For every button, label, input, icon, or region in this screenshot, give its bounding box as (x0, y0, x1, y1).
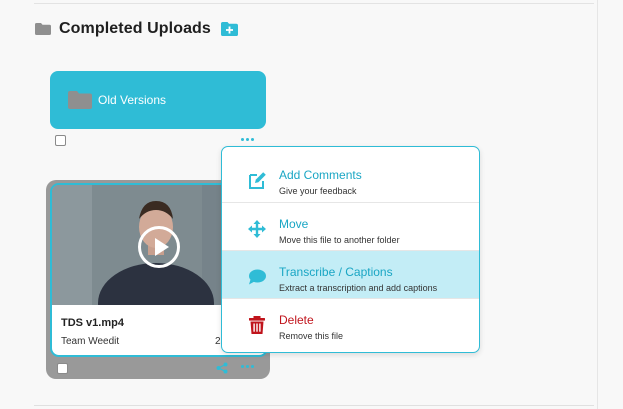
menu-item-title: Move (279, 217, 309, 231)
folder-plus-icon (220, 22, 238, 36)
video-options-button[interactable] (241, 365, 254, 368)
dot (241, 138, 244, 141)
section-header: Completed Uploads (35, 18, 238, 40)
video-select-checkbox[interactable] (57, 363, 68, 374)
folder-select-checkbox[interactable] (55, 135, 66, 146)
dot (246, 365, 249, 368)
dot (246, 138, 249, 141)
menu-item-title: Add Comments (279, 168, 362, 182)
menu-item-subtitle: Give your feedback (279, 186, 357, 196)
dot (251, 138, 254, 141)
menu-item-title: Delete (279, 313, 314, 327)
menu-item-transcribe-captions[interactable]: Transcribe / Captions Extract a transcri… (222, 250, 479, 299)
folder-name: Old Versions (98, 93, 167, 107)
video-file-name: TDS v1.mp4 (61, 317, 124, 329)
top-divider (34, 3, 594, 4)
chat-bubble-icon (249, 269, 266, 285)
video-owner: Team Weedit (61, 336, 120, 347)
menu-item-subtitle: Extract a transcription and add captions (279, 283, 438, 293)
play-button[interactable] (138, 226, 180, 268)
share-icon[interactable] (216, 362, 228, 374)
menu-item-subtitle: Remove this file (279, 331, 344, 341)
menu-item-add-comments[interactable]: Add Comments Give your feedback (222, 154, 479, 202)
folder-icon (68, 91, 92, 109)
bottom-divider (34, 405, 594, 406)
menu-item-delete[interactable]: Delete Remove this file (222, 298, 479, 347)
dot (251, 365, 254, 368)
menu-item-move[interactable]: Move Move this file to another folder (222, 202, 479, 251)
add-folder-button[interactable] (220, 22, 238, 36)
section-title: Completed Uploads (59, 20, 211, 37)
folder-options-button[interactable] (241, 138, 254, 141)
right-divider (597, 0, 598, 409)
context-menu: Add Comments Give your feedback Move Mov… (221, 146, 480, 353)
folder-icon (35, 23, 51, 35)
folder-card-old-versions[interactable]: Old Versions (50, 71, 266, 129)
move-icon (248, 220, 266, 238)
menu-item-subtitle: Move this file to another folder (279, 235, 400, 245)
dot (241, 365, 244, 368)
trash-icon (249, 316, 265, 334)
edit-icon (249, 172, 266, 189)
menu-item-title: Transcribe / Captions (279, 265, 393, 279)
